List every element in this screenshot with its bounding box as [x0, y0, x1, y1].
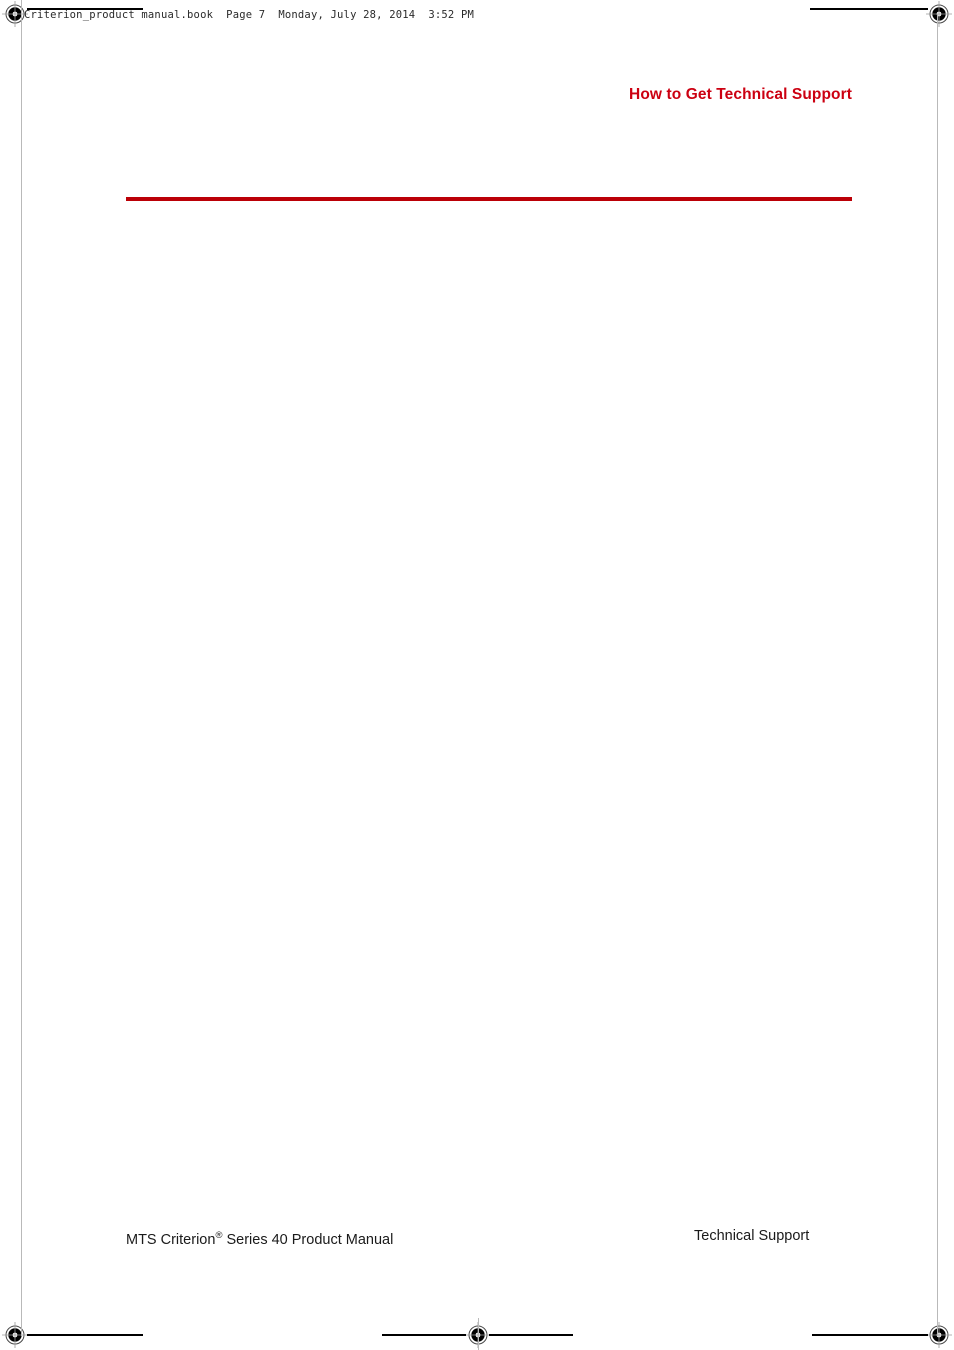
chapter-divider-rule: [126, 197, 852, 201]
trim-guide-left: [21, 14, 22, 1336]
trim-guide-bottom-center: [478, 1318, 479, 1350]
crop-rule-bottom-center-left: [382, 1334, 466, 1336]
trim-guide-top-left: [21, 0, 22, 14]
footer-manual-title: MTS Criterion® Series 40 Product Manual: [126, 1231, 394, 1248]
running-head-title: How to Get Technical Support: [629, 86, 852, 103]
page-body: [126, 215, 852, 1205]
crop-rule-bottom-center-right: [489, 1334, 573, 1336]
footer-manual-title-prefix: MTS Criterion: [126, 1232, 216, 1248]
footer-manual-title-suffix: Series 40 Product Manual: [222, 1232, 394, 1248]
manual-page: Criterion_product manual.book Page 7 Mon…: [0, 0, 954, 1350]
registration-mark-bottom-right-icon: [926, 1322, 952, 1348]
registration-mark-bottom-center-icon: [465, 1322, 491, 1348]
trim-guide-right: [937, 14, 938, 1336]
book-slug-line: Criterion_product manual.book Page 7 Mon…: [24, 9, 474, 21]
crop-rule-bottom-right: [812, 1334, 928, 1336]
footer-section-name: Technical Support: [694, 1228, 810, 1244]
registration-mark-bottom-left-icon: [2, 1322, 28, 1348]
registration-mark-top-right-icon: [926, 1, 952, 27]
crop-rule-bottom-left: [27, 1334, 143, 1336]
crop-rule-top-right: [810, 8, 928, 10]
